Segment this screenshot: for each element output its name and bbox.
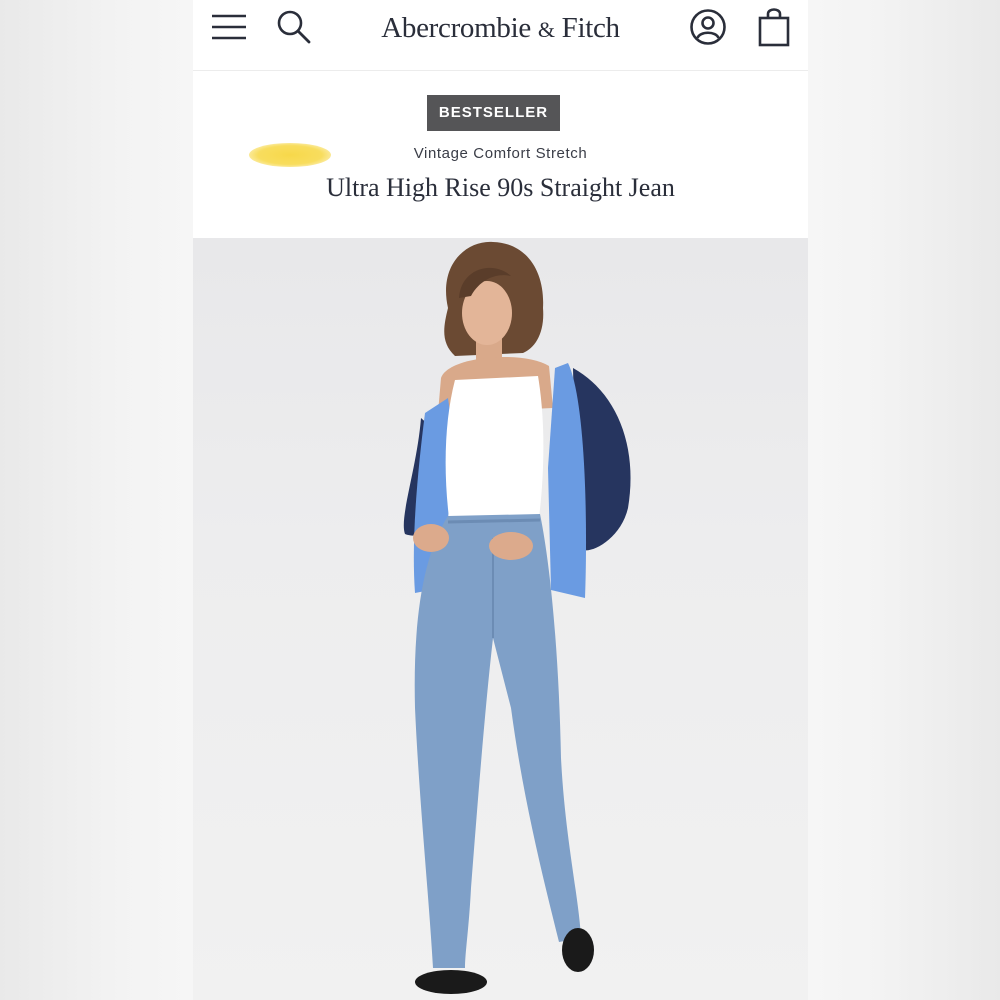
product-image[interactable] [193,238,808,1000]
menu-icon [212,14,246,40]
model-illustration [403,241,631,994]
search-icon [277,10,311,44]
bag-icon [758,8,790,47]
account-button[interactable] [687,6,729,48]
bestseller-badge: BESTSELLER [427,95,560,131]
search-button[interactable] [273,6,315,48]
product-header: BESTSELLER Vintage Comfort Stretch Ultra… [193,71,808,237]
top-navigation-bar: Abercrombie & Fitch [193,0,808,71]
phone-screen: Abercrombie & Fitch BESTSELLER Vintage C… [193,0,808,1000]
menu-button[interactable] [207,8,251,46]
product-title[interactable]: Ultra High Rise 90s Straight Jean [193,173,808,203]
brand-name-tail: Fitch [561,12,620,44]
brand-ampersand: & [537,17,555,42]
account-icon [690,9,726,45]
brand-name: Abercrombie [381,12,531,44]
shopping-bag-button[interactable] [753,6,795,48]
product-collection: Vintage Comfort Stretch [413,145,588,162]
brand-logo[interactable]: Abercrombie & Fitch [343,8,658,48]
